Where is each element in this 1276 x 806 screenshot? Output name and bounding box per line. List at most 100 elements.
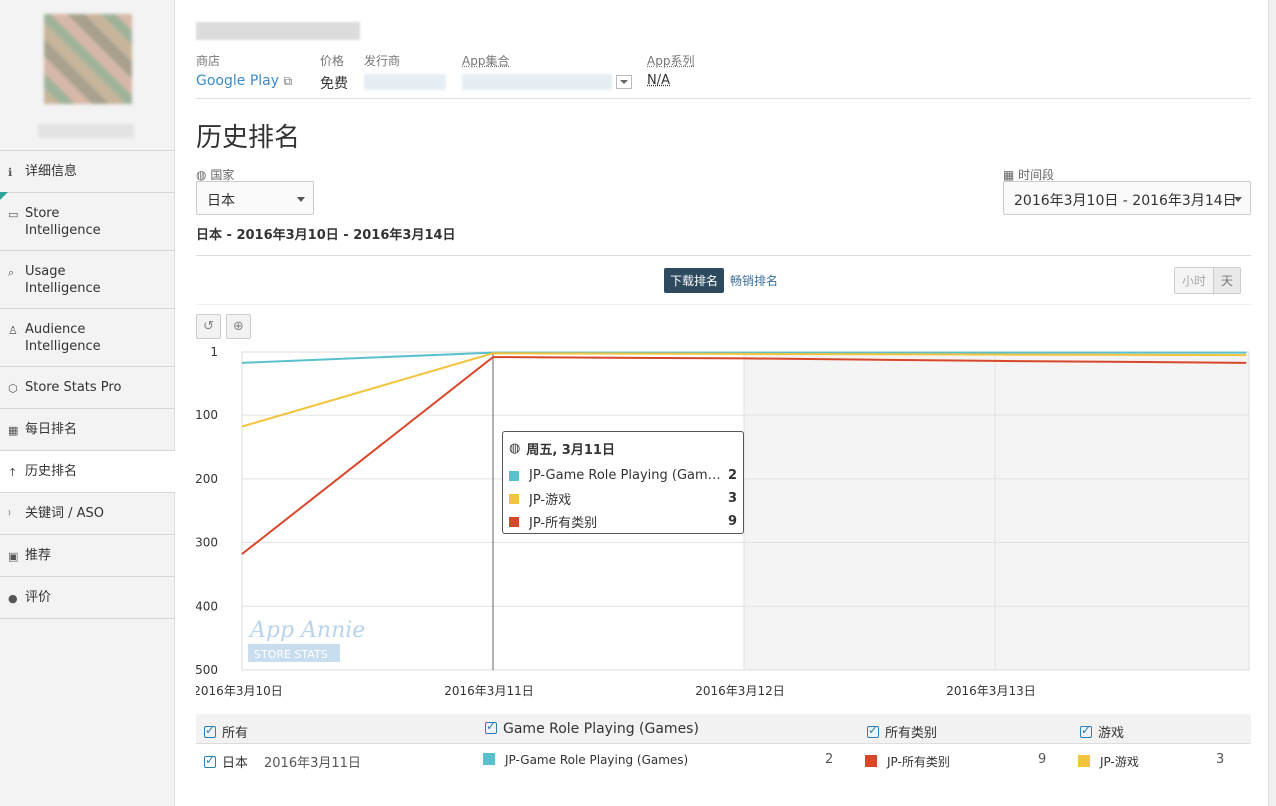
collection-dropdown-button[interactable] (616, 75, 632, 89)
legend-item[interactable]: JP-游戏 (1078, 753, 1139, 770)
caret-down-icon (1234, 197, 1242, 202)
app-icon (44, 14, 132, 104)
tooltip-row: JP-Game Role Playing (Games... 2 (509, 464, 737, 487)
tooltip-row: JP-所有类别 9 (509, 510, 737, 533)
granularity-day-button[interactable]: 天 (1213, 268, 1241, 293)
sidebar-nav: ℹ 详细信息 ▭ Store Intelligence ⌕ Usage Intellige… (0, 150, 175, 619)
data-point (1245, 352, 1247, 354)
country-value: 日本 (207, 193, 235, 209)
sidebar-item[interactable]: ⁾ 关键词 / ASO (0, 492, 175, 534)
series-swatch (509, 493, 519, 504)
series-swatch (1078, 755, 1090, 767)
y-tick-label: 200 (196, 472, 218, 486)
info-icon: ℹ (8, 166, 13, 179)
app-name-blurred (38, 124, 134, 138)
caret-down-icon (297, 197, 305, 202)
legend-item[interactable]: JP-Game Role Playing (Games) (483, 753, 688, 767)
price-label: 价格 (320, 54, 345, 68)
meta-store: 商店 Google Play ⧉ (196, 52, 292, 89)
sidebar-item[interactable]: ♙ Audience Intelligence (0, 308, 175, 366)
checkbox-checked-icon[interactable] (1080, 723, 1092, 738)
y-tick-label: 1 (210, 345, 218, 359)
arrow-up-icon: ↑ (8, 466, 18, 479)
data-point (241, 553, 243, 555)
legend-header-label: 所有类别 (885, 726, 938, 741)
tab-grossing[interactable]: 畅销排名 (730, 272, 778, 289)
chart-legend-table: 所有 Game Role Playing (Games) 所有类别 游戏 日本 … (196, 714, 1251, 776)
data-point (492, 356, 494, 358)
sidebar-item[interactable]: ▦ 每日排名 (0, 408, 175, 450)
sidebar-item[interactable]: ▭ Store Intelligence (0, 192, 175, 250)
bookmark-icon: ▣ (8, 550, 19, 563)
series-label: App系列 (647, 54, 695, 68)
tooltip-row: JP-游戏 3 (509, 487, 737, 510)
store-label: 商店 (196, 54, 221, 68)
sidebar-item-label: 详细信息 (25, 164, 78, 179)
data-point (994, 352, 996, 354)
x-tick-label: 2016年3月10日 (196, 684, 283, 698)
sidebar-item[interactable]: ⬡ Store Stats Pro (0, 366, 175, 408)
data-point (994, 354, 996, 356)
publisher-blurred[interactable] (364, 74, 446, 90)
legend-item-name: JP-所有类别 (887, 755, 950, 769)
country-select[interactable]: 日本 (196, 181, 314, 215)
sidebar-item-label: 每日排名 (25, 422, 78, 437)
tooltip-series-value: 2 (727, 468, 737, 483)
legend-item[interactable]: JP-所有类别 (865, 753, 950, 770)
legend-header-all[interactable]: 所有 (204, 722, 248, 741)
meta-series: App系列 N/A (647, 52, 694, 88)
tooltip-series-name: JP-所有类别 (529, 516, 598, 531)
data-point (1245, 354, 1247, 356)
chart-band (744, 352, 1249, 670)
period-select[interactable]: 2016年3月10日 - 2016年3月14日 (1003, 181, 1251, 215)
legend-header-category[interactable]: Game Role Playing (Games) (485, 719, 699, 737)
sidebar-item[interactable]: ⌕ Usage Intelligence (0, 250, 175, 308)
collection-label: App集合 (462, 54, 510, 68)
undo-icon: ↺ (203, 319, 214, 334)
series-swatch (509, 470, 519, 481)
y-tick-label: 300 (196, 536, 218, 550)
y-tick-label: 100 (196, 408, 218, 422)
legend-row-country[interactable]: 日本 (204, 752, 248, 771)
reset-zoom-button[interactable]: ↺ (196, 314, 221, 339)
sidebar-item[interactable]: ↑ 历史排名 (0, 450, 175, 492)
granularity-hour-button[interactable]: 小时 (1175, 268, 1214, 293)
external-link-icon[interactable]: ⧉ (283, 74, 292, 88)
meta-price: 价格 免费 (320, 52, 348, 93)
checkbox-checked-icon[interactable] (204, 723, 216, 738)
x-tick-label: 2016年3月12日 (695, 684, 784, 698)
series-swatch (483, 753, 495, 765)
chart-tooltip: ◍ 周五, 3月11日 JP-Game Role Playing (Games..… (502, 431, 744, 534)
calendar-icon: ▦ (1003, 168, 1015, 182)
store-icon: ▭ (8, 208, 19, 221)
sidebar-item-label: 推荐 (25, 548, 52, 563)
data-point (492, 352, 494, 354)
period-value: 2016年3月10日 - 2016年3月14日 (1014, 193, 1237, 209)
sidebar-item[interactable]: ▣ 推荐 (0, 534, 175, 576)
checkbox-checked-icon[interactable] (485, 719, 497, 734)
tab-downloads[interactable]: 下载排名 (664, 268, 725, 293)
zoom-button[interactable]: ⊕ (226, 314, 251, 339)
caret-down-icon (620, 80, 628, 84)
sidebar-item[interactable]: ℹ 详细信息 (0, 150, 175, 192)
legend-header-all-categories[interactable]: 所有类别 (867, 722, 937, 741)
legend-item-name: JP-游戏 (1100, 755, 1139, 769)
legend-header-games[interactable]: 游戏 (1080, 722, 1124, 741)
tooltip-series-value: 3 (727, 491, 737, 506)
collection-blurred (462, 74, 612, 90)
legend-item-name: JP-Game Role Playing (Games) (505, 753, 689, 767)
checkbox-checked-icon[interactable] (867, 723, 879, 738)
legend-header: 所有 Game Role Playing (Games) 所有类别 游戏 (196, 714, 1251, 744)
legend-item-value: 3 (1216, 752, 1225, 767)
data-point (1245, 362, 1247, 364)
page-scrollbar[interactable] (1268, 0, 1276, 806)
price-value: 免费 (320, 76, 348, 92)
sidebar-item[interactable]: ● 评价 (0, 576, 175, 619)
store-value[interactable]: Google Play (196, 73, 279, 89)
sidebar-item-label: Audience Intelligence (25, 322, 101, 354)
data-point (241, 362, 243, 364)
sidebar-item-label: 评价 (25, 590, 52, 605)
divider (196, 304, 1251, 305)
checkbox-checked-icon[interactable] (204, 753, 216, 768)
store-link[interactable]: Google Play ⧉ (196, 73, 292, 89)
